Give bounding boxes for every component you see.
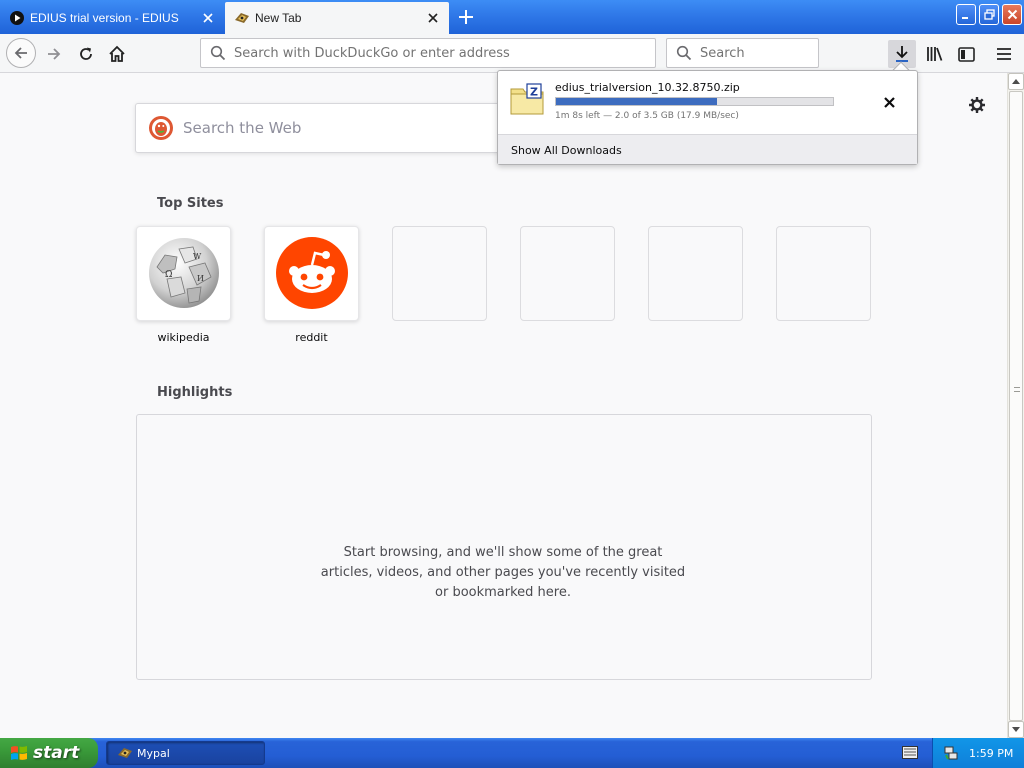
windows-logo-icon [11, 746, 27, 760]
highlights-heading: Highlights [157, 385, 233, 400]
top-site-empty [648, 226, 743, 321]
minimize-button[interactable] [956, 4, 976, 25]
system-tray: 1:59 PM [932, 738, 1024, 768]
top-site-label: wikipedia [157, 331, 210, 344]
zip-file-icon: Z [510, 83, 544, 115]
highlights-empty-message: Start browsing, and we'll show some of t… [320, 545, 686, 600]
start-label: start [33, 743, 80, 763]
close-tab-icon[interactable] [423, 8, 443, 28]
scroll-thumb[interactable] [1009, 91, 1023, 721]
tab-title: EDIUS trial version - EDIUS [30, 11, 179, 25]
taskbar: start Mypal 1:59 PM [0, 738, 1024, 768]
menu-button[interactable] [990, 40, 1018, 68]
taskbar-item-label: Mypal [137, 746, 170, 760]
close-icon [883, 96, 895, 108]
library-icon [927, 47, 943, 61]
close-tab-icon[interactable] [198, 8, 218, 28]
keyboard-icon[interactable] [902, 746, 918, 759]
sidebar-icon [957, 46, 975, 62]
forward-button[interactable] [40, 40, 68, 68]
web-search-box[interactable] [135, 103, 503, 153]
top-sites-heading: Top Sites [157, 196, 224, 211]
restore-button[interactable] [979, 4, 999, 25]
edius-icon [10, 11, 24, 25]
home-icon [109, 45, 125, 62]
hamburger-menu-icon [997, 48, 1011, 60]
top-site-empty [776, 226, 871, 321]
back-button[interactable] [6, 38, 36, 68]
top-site-reddit[interactable] [264, 226, 359, 321]
tab-title: New Tab [255, 11, 302, 25]
close-icon [1007, 9, 1017, 20]
download-progress-fill [556, 98, 717, 105]
web-search-input[interactable] [183, 119, 483, 137]
forward-arrow-icon [48, 48, 61, 60]
top-site-empty [392, 226, 487, 321]
download-arrow-icon [896, 46, 908, 62]
downloads-footer[interactable]: Show All Downloads [498, 134, 917, 164]
title-bar: EDIUS trial version - EDIUS New Tab [0, 0, 1024, 34]
svg-text:Ω: Ω [165, 270, 172, 280]
customize-button[interactable] [966, 94, 988, 116]
chevron-down-icon [1012, 727, 1020, 732]
svg-text:Z: Z [530, 86, 538, 99]
top-site-label: reddit [295, 331, 328, 344]
mypal-icon [235, 13, 249, 23]
scroll-down-button[interactable] [1008, 721, 1024, 738]
svg-text:И: И [197, 274, 204, 283]
search-icon [676, 45, 692, 61]
clock: 1:59 PM [969, 746, 1014, 760]
download-status: 1m 8s left — 2.0 of 3.5 GB (17.9 MB/sec) [555, 111, 739, 121]
cancel-download-button[interactable] [878, 91, 900, 113]
scroll-up-button[interactable] [1008, 73, 1024, 90]
library-button[interactable] [921, 40, 949, 68]
network-icon[interactable] [943, 745, 959, 761]
wikipedia-globe-icon: Ω W И [149, 238, 219, 308]
page-scrollbar[interactable] [1007, 73, 1024, 738]
back-arrow-icon [14, 47, 27, 59]
search-icon [210, 45, 226, 61]
svg-text:W: W [193, 252, 202, 261]
tab-new-tab[interactable]: New Tab [225, 2, 449, 34]
download-progress-bar [555, 97, 834, 106]
new-tab-button[interactable] [454, 5, 478, 29]
close-window-button[interactable] [1002, 4, 1022, 25]
show-all-downloads-link[interactable]: Show All Downloads [511, 144, 622, 157]
reddit-icon [276, 237, 348, 309]
reload-button[interactable] [72, 40, 100, 68]
download-filename: edius_trialversion_10.32.8750.zip [555, 81, 740, 94]
scroll-grip-icon [1014, 387, 1020, 392]
reload-icon [80, 47, 92, 60]
search-bar[interactable] [666, 38, 819, 68]
downloads-panel: Z edius_trialversion_10.32.8750.zip 1m 8… [497, 70, 918, 165]
gear-icon [969, 97, 985, 113]
restore-icon [983, 9, 995, 20]
start-button[interactable]: start [0, 738, 98, 768]
search-input[interactable] [700, 45, 818, 61]
taskbar-item-mypal[interactable]: Mypal [106, 741, 265, 765]
minimize-icon [962, 16, 968, 19]
top-site-wikipedia[interactable]: Ω W И [136, 226, 231, 321]
navigation-toolbar [0, 34, 1024, 73]
sidebar-button[interactable] [952, 40, 980, 68]
duckduckgo-icon [149, 116, 173, 140]
plus-icon [459, 10, 473, 24]
top-site-empty [520, 226, 615, 321]
home-button[interactable] [103, 40, 131, 68]
address-input[interactable] [234, 45, 655, 61]
mypal-icon [118, 748, 132, 758]
chevron-up-icon [1012, 79, 1020, 84]
address-bar[interactable] [200, 38, 656, 68]
tab-edius[interactable]: EDIUS trial version - EDIUS [0, 2, 224, 34]
